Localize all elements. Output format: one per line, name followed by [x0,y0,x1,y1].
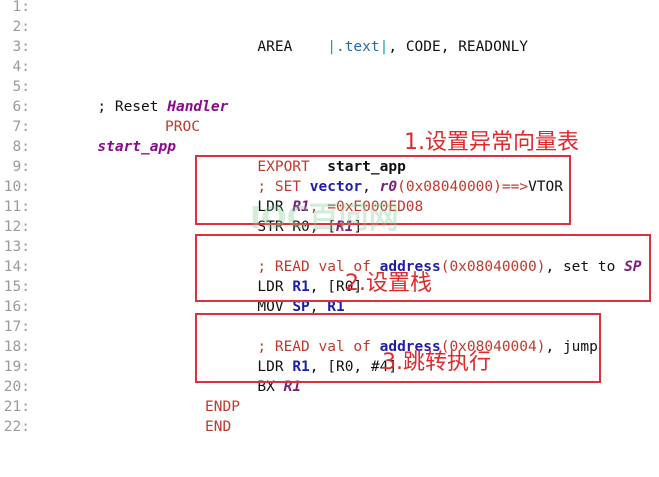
code-line-21[interactable]: ENDP [0,397,659,417]
handler-word: Handler [167,99,229,115]
code-line-22[interactable]: END [0,417,659,437]
section-name: .text [335,39,380,55]
end-keyword: END [205,419,232,435]
proc-keyword: PROC [165,119,200,135]
endp-keyword: ENDP [205,399,240,415]
line-number: 1: [12,0,30,15]
area-keyword: AREA [257,39,293,55]
comment-text: ; Reset [97,99,168,115]
annotation-jump: 3.跳转执行 [382,350,491,375]
code-line-2[interactable]: AREA |.text|, CODE, READONLY [0,17,659,55]
area-attributes: , CODE, READONLY [388,39,529,55]
pipe-open: | [327,39,336,55]
code-editor[interactable]: 1: 2: 3: 4: 5: 6: 7: 8: 9: 10: 11: 12: 13: 14: 15: 16: 1… [0,0,659,437]
watermark-logo: IOC百问网 [250,201,399,236]
annotation-vector-table: 1.设置异常向量表 [404,130,579,155]
annotation-stack: 2.设置栈 [345,271,432,296]
code-line-5[interactable]: ; Reset Handler [0,77,659,115]
